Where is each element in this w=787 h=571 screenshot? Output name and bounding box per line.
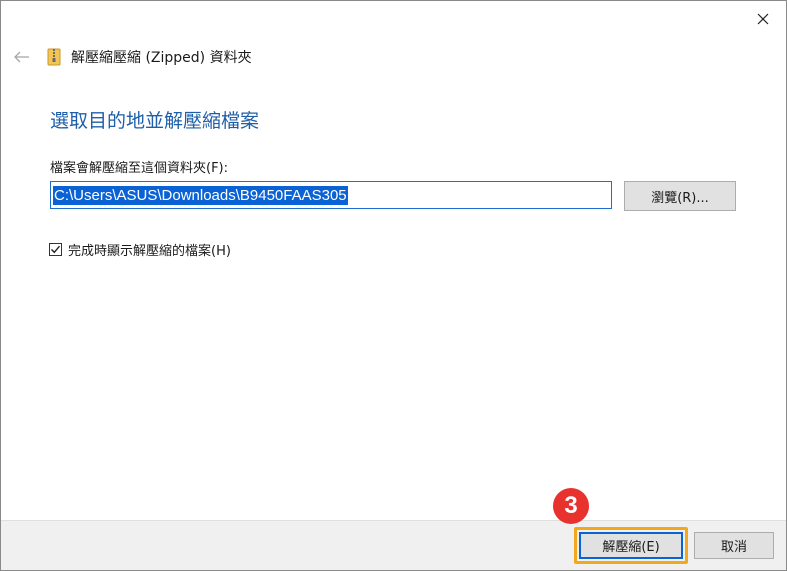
show-files-option[interactable]: 完成時顯示解壓縮的檔案(H) — [49, 240, 231, 259]
destination-label: 檔案會解壓縮至這個資料夾(F): — [50, 161, 229, 176]
window-title: 解壓縮壓縮 (Zipped) 資料夾 — [71, 50, 252, 66]
cancel-button[interactable]: 取消 — [694, 532, 774, 559]
checkmark-icon — [51, 245, 61, 254]
extract-dialog-window: 解壓縮壓縮 (Zipped) 資料夾 選取目的地並解壓縮檔案 檔案會解壓縮至這個… — [0, 0, 787, 571]
dialog-header: 解壓縮壓縮 (Zipped) 資料夾 — [11, 45, 252, 69]
close-button[interactable] — [740, 1, 786, 37]
browse-button[interactable]: 瀏覽(R)... — [624, 181, 736, 211]
step-badge: 3 — [553, 488, 589, 524]
show-files-label: 完成時顯示解壓縮的檔案(H) — [68, 244, 231, 259]
zip-folder-icon — [47, 47, 63, 67]
extract-button[interactable]: 解壓縮(E) — [579, 532, 683, 559]
back-button[interactable] — [11, 49, 33, 65]
page-title: 選取目的地並解壓縮檔案 — [50, 110, 260, 132]
close-icon — [757, 13, 769, 25]
arrow-left-icon — [14, 51, 29, 63]
destination-path-value: C:\Users\ASUS\Downloads\B9450FAAS305 — [53, 185, 348, 205]
show-files-checkbox[interactable] — [49, 243, 62, 256]
destination-path-input[interactable]: C:\Users\ASUS\Downloads\B9450FAAS305 — [50, 181, 612, 209]
